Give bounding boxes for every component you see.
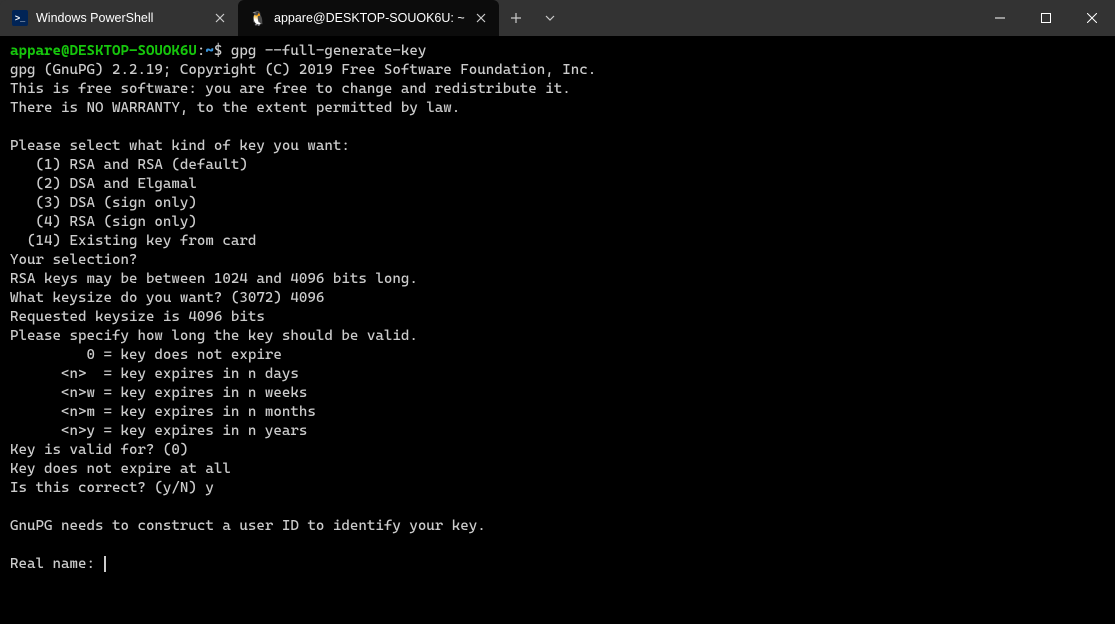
- output-line: There is NO WARRANTY, to the extent perm…: [10, 100, 460, 116]
- output-line: <n>y = key expires in n years: [10, 423, 307, 439]
- prompt-user: appare@DESKTOP-SOUOK6U: [10, 43, 197, 59]
- output-line: Key is valid for? (0): [10, 442, 188, 458]
- titlebar-drag-area[interactable]: [567, 0, 977, 36]
- output-line: Requested keysize is 4096 bits: [10, 309, 265, 325]
- tab-wsl[interactable]: 🐧 appare@DESKTOP-SOUOK6U: ~: [238, 0, 499, 36]
- terminal-output[interactable]: appare@DESKTOP-SOUOK6U:~$ gpg --full-gen…: [0, 36, 1115, 624]
- input-prompt: Real name:: [10, 556, 103, 572]
- output-line: <n>w = key expires in n weeks: [10, 385, 307, 401]
- output-line: (4) RSA (sign only): [10, 214, 197, 230]
- output-line: RSA keys may be between 1024 and 4096 bi…: [10, 271, 418, 287]
- maximize-button[interactable]: [1023, 0, 1069, 36]
- output-line: (2) DSA and Elgamal: [10, 176, 197, 192]
- close-tab-button[interactable]: [473, 10, 489, 26]
- output-line: This is free software: you are free to c…: [10, 81, 571, 97]
- output-line: Your selection?: [10, 252, 137, 268]
- output-line: What keysize do you want? (3072) 4096: [10, 290, 324, 306]
- cursor: [104, 556, 106, 572]
- tab-label: Windows PowerShell: [36, 11, 204, 25]
- close-tab-button[interactable]: [212, 10, 228, 26]
- output-line: (3) DSA (sign only): [10, 195, 197, 211]
- output-line: Please specify how long the key should b…: [10, 328, 418, 344]
- output-line: (14) Existing key from card: [10, 233, 256, 249]
- output-line: gpg (GnuPG) 2.2.19; Copyright (C) 2019 F…: [10, 62, 596, 78]
- output-line: Is this correct? (y/N) y: [10, 480, 214, 496]
- output-line: Key does not expire at all: [10, 461, 231, 477]
- command-text: gpg --full-generate-key: [231, 43, 426, 59]
- output-line: <n> = key expires in n days: [10, 366, 299, 382]
- tab-label: appare@DESKTOP-SOUOK6U: ~: [274, 11, 465, 25]
- minimize-button[interactable]: [977, 0, 1023, 36]
- output-line: <n>m = key expires in n months: [10, 404, 316, 420]
- tab-strip: >_ Windows PowerShell 🐧 appare@DESKTOP-S…: [0, 0, 499, 36]
- tab-dropdown-button[interactable]: [533, 0, 567, 36]
- output-line: (1) RSA and RSA (default): [10, 157, 248, 173]
- window-controls: [977, 0, 1115, 36]
- prompt-path: ~: [205, 43, 214, 59]
- window-titlebar: >_ Windows PowerShell 🐧 appare@DESKTOP-S…: [0, 0, 1115, 36]
- output-line: 0 = key does not expire: [10, 347, 282, 363]
- output-line: GnuPG needs to construct a user ID to id…: [10, 518, 486, 534]
- tux-icon: 🐧: [250, 10, 266, 26]
- close-window-button[interactable]: [1069, 0, 1115, 36]
- output-line: Please select what kind of key you want:: [10, 138, 350, 154]
- tab-powershell[interactable]: >_ Windows PowerShell: [0, 0, 238, 36]
- new-tab-button[interactable]: [499, 0, 533, 36]
- powershell-icon: >_: [12, 10, 28, 26]
